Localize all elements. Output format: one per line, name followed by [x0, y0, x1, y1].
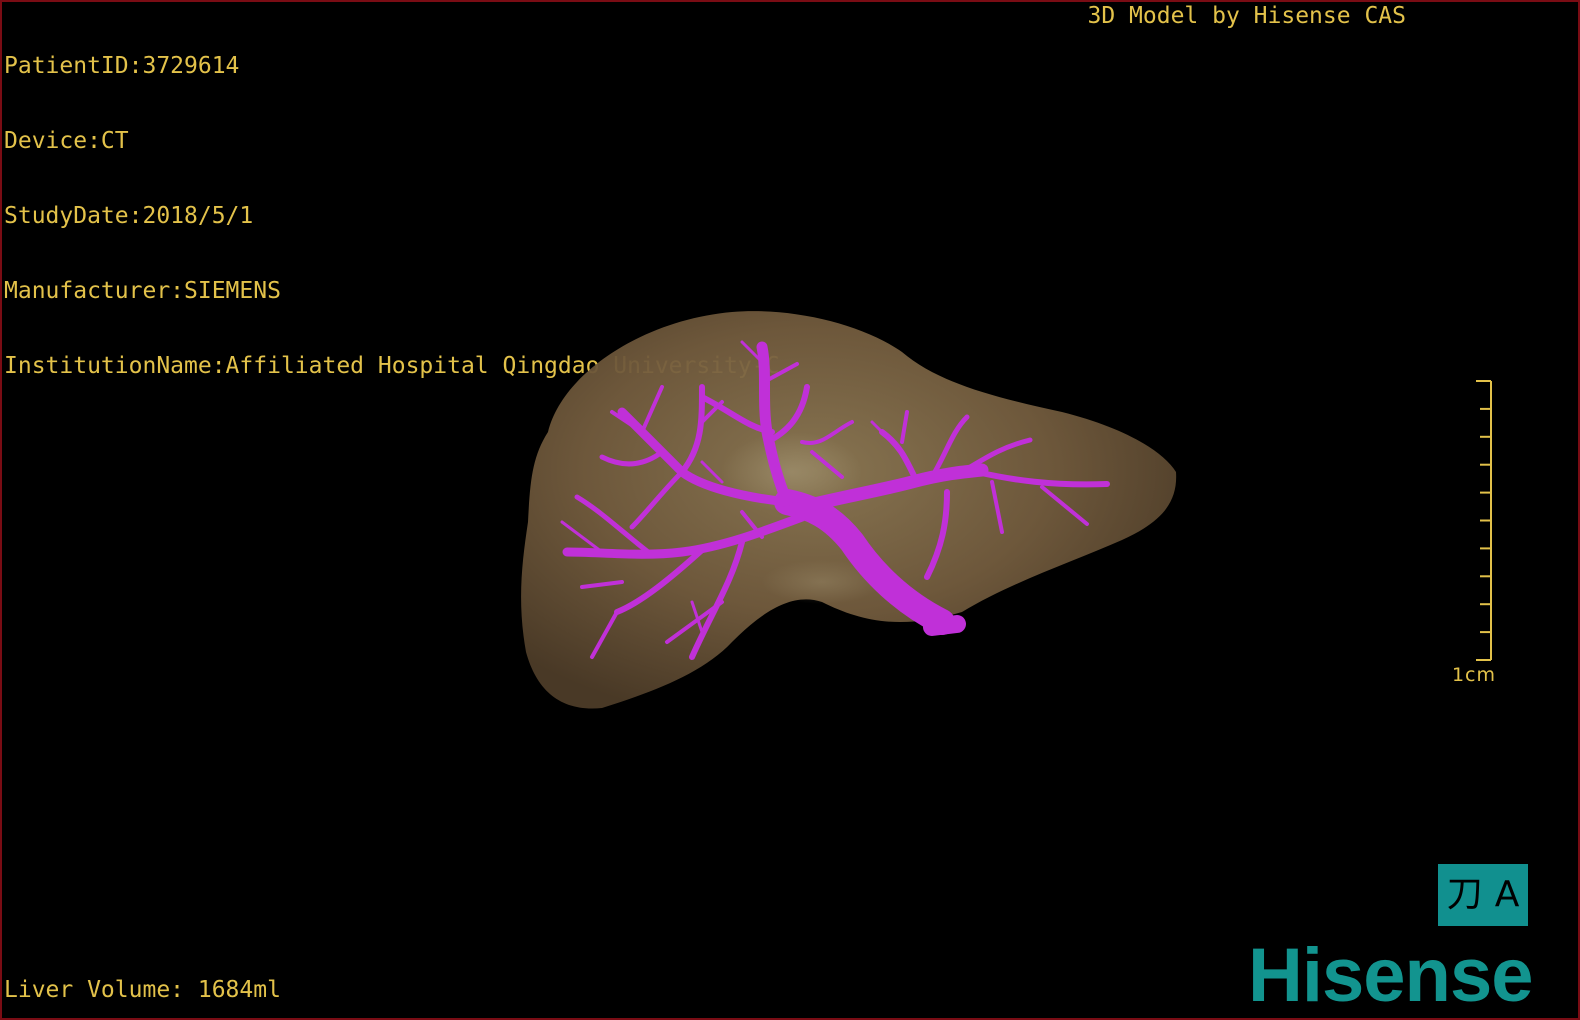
- 3d-viewport[interactable]: PatientID:3729614 Device:CT StudyDate:20…: [0, 0, 1580, 1020]
- vessel-trunk: [923, 615, 966, 636]
- hisense-logo: Hisense: [1248, 933, 1533, 1018]
- knife-glyph-icon: 刀: [1446, 874, 1483, 915]
- scale-bar-label: 1cm: [1451, 664, 1496, 686]
- liver-volume-readout: Liver Volume: 1684ml: [4, 977, 281, 1003]
- liver-3d-render[interactable]: [2, 2, 1578, 1018]
- liver-surface: [521, 311, 1177, 709]
- letter-a-glyph-icon: A: [1494, 874, 1520, 915]
- view-mode-toggle-button[interactable]: 刀 A: [1438, 864, 1528, 926]
- scale-bar: [1476, 380, 1492, 661]
